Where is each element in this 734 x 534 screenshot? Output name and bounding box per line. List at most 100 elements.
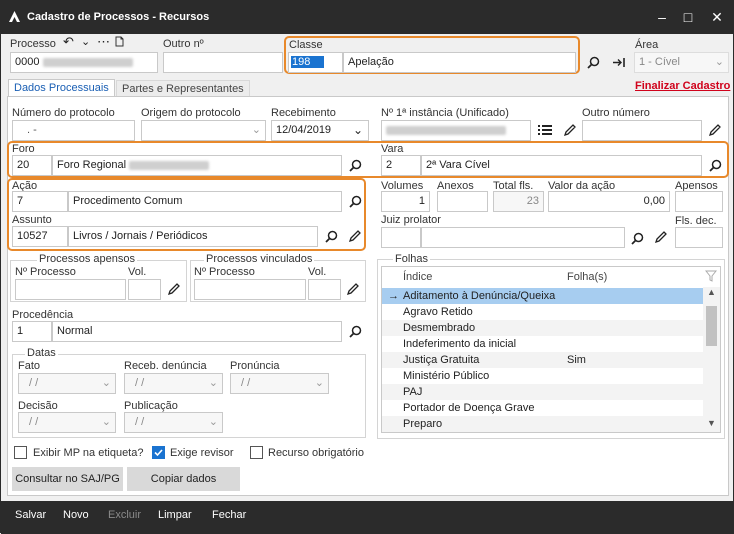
- procedencia-label: Procedência: [12, 309, 74, 321]
- vinculados-vol-input[interactable]: [308, 279, 341, 300]
- outro-numero-edit-icon[interactable]: [706, 121, 724, 139]
- folhas-row[interactable]: Justiça Gratuita Sim: [382, 352, 703, 368]
- juiz-search-icon[interactable]: [628, 229, 646, 247]
- minimize-button[interactable]: –: [651, 7, 673, 27]
- folhas-row[interactable]: → Aditamento à Denúncia/Queixa: [382, 288, 703, 304]
- vara-desc-input[interactable]: 2ª Vara Cível: [421, 155, 702, 176]
- calendar-dropdown-icon[interactable]: ⌄: [353, 121, 363, 140]
- salvar-button[interactable]: Salvar: [15, 509, 46, 521]
- fato-date-input[interactable]: / / ⌄: [18, 373, 116, 394]
- folhas-row[interactable]: Indeferimento da inicial: [382, 336, 703, 352]
- outro-no-label: Outro nº: [163, 38, 204, 50]
- vara-code-input[interactable]: 2: [381, 155, 421, 176]
- assunto-desc-input[interactable]: Livros / Jornais / Periódicos: [68, 226, 318, 247]
- acao-search-icon[interactable]: [346, 192, 364, 210]
- folhas-row-indice: PAJ: [403, 386, 423, 398]
- undo-icon[interactable]: ↶: [63, 34, 74, 50]
- apensos-input[interactable]: [675, 191, 723, 212]
- window-title: Cadastro de Processos - Recursos: [27, 11, 210, 23]
- outro-numero-input[interactable]: [582, 120, 702, 141]
- valor-acao-input[interactable]: 0,00: [548, 191, 670, 212]
- folhas-title: Folhas: [393, 253, 431, 265]
- chevron-down-icon[interactable]: ⌄: [81, 35, 90, 48]
- foro-code-input[interactable]: 20: [12, 155, 52, 176]
- receb-denuncia-label: Receb. denúncia: [124, 360, 207, 372]
- vara-search-icon[interactable]: [706, 156, 724, 174]
- juiz-code-input[interactable]: [381, 227, 421, 248]
- receb-denuncia-date-input[interactable]: / / ⌄: [124, 373, 223, 394]
- classe-code-input[interactable]: 198: [288, 52, 343, 73]
- recurso-obrigatorio-checkbox[interactable]: [250, 446, 263, 459]
- assunto-code-input[interactable]: 10527: [12, 226, 68, 247]
- apensos-vol-input[interactable]: [128, 279, 161, 300]
- num-protocolo-input[interactable]: . -: [12, 120, 135, 141]
- origem-protocolo-select[interactable]: ⌄: [141, 120, 266, 141]
- copiar-dados-button[interactable]: Copiar dados: [127, 467, 240, 491]
- folhas-col-folhas: Folha(s): [567, 271, 608, 283]
- folhas-row[interactable]: Desmembrado: [382, 320, 703, 336]
- primeira-instancia-input[interactable]: [381, 120, 531, 141]
- new-document-icon[interactable]: [114, 36, 125, 47]
- processo-input[interactable]: 0000: [10, 52, 158, 73]
- folhas-scrollbar[interactable]: ▲ ▼: [703, 287, 720, 432]
- novo-button[interactable]: Novo: [63, 509, 89, 521]
- vinculados-n-processo-input[interactable]: [194, 279, 306, 300]
- scroll-up-icon[interactable]: ▲: [707, 287, 716, 297]
- exibir-mp-label: Exibir MP na etiqueta?: [33, 447, 144, 459]
- decisao-date-input[interactable]: / / ⌄: [18, 412, 116, 433]
- import-arrow-icon[interactable]: [610, 53, 628, 71]
- folhas-row[interactable]: Portador de Doença Grave: [382, 400, 703, 416]
- limpar-button[interactable]: Limpar: [158, 509, 192, 521]
- folhas-row[interactable]: Agravo Retido: [382, 304, 703, 320]
- foro-desc-input[interactable]: Foro Regional: [52, 155, 342, 176]
- vinculados-edit-icon[interactable]: [344, 280, 362, 298]
- fls-dec-input[interactable]: [675, 227, 723, 248]
- close-button[interactable]: ✕: [706, 7, 728, 27]
- procedencia-desc-input[interactable]: Normal: [52, 321, 342, 342]
- fechar-button[interactable]: Fechar: [212, 509, 246, 521]
- juiz-edit-icon[interactable]: [652, 228, 670, 246]
- assunto-search-icon[interactable]: [322, 227, 340, 245]
- scroll-thumb[interactable]: [706, 306, 717, 346]
- filter-icon[interactable]: [705, 270, 717, 282]
- tab-dados-processuais[interactable]: Dados Processuais: [8, 79, 115, 97]
- folhas-row-indice: Aditamento à Denúncia/Queixa: [403, 290, 556, 302]
- pronuncia-date-input[interactable]: / / ⌄: [230, 373, 329, 394]
- procedencia-code-input[interactable]: 1: [12, 321, 52, 342]
- assunto-edit-icon[interactable]: [346, 227, 364, 245]
- folhas-row[interactable]: PAJ: [382, 384, 703, 400]
- area-label: Área: [635, 39, 659, 51]
- procedencia-search-icon[interactable]: [346, 322, 364, 340]
- consultar-saj-button[interactable]: Consultar no SAJ/PG: [12, 467, 123, 491]
- acao-code-input[interactable]: 7: [12, 191, 68, 212]
- publicacao-date-input[interactable]: / / ⌄: [124, 412, 223, 433]
- acao-desc-input[interactable]: Procedimento Comum: [68, 191, 342, 212]
- exibir-mp-checkbox[interactable]: [14, 446, 27, 459]
- recebimento-label: Recebimento: [271, 107, 336, 119]
- total-fls-input: 23: [493, 191, 544, 212]
- finalizar-cadastro-link[interactable]: Finalizar Cadastro: [635, 80, 730, 92]
- classe-search-icon[interactable]: [584, 53, 602, 71]
- folhas-row-indice: Desmembrado: [403, 322, 476, 334]
- foro-search-icon[interactable]: [346, 156, 364, 174]
- apensos-n-processo-input[interactable]: [15, 279, 126, 300]
- exige-revisor-checkbox[interactable]: [152, 446, 165, 459]
- area-select[interactable]: 1 - Cível ⌄: [634, 52, 729, 73]
- juiz-name-input[interactable]: [421, 227, 625, 248]
- folhas-row[interactable]: Ministério Público: [382, 368, 703, 384]
- excluir-button[interactable]: Excluir: [108, 509, 141, 521]
- maximize-button[interactable]: □: [677, 7, 699, 27]
- apensos-edit-icon[interactable]: [165, 280, 183, 298]
- recebimento-date-input[interactable]: 12/04/2019 ⌄: [271, 120, 369, 141]
- juiz-prolator-label: Juiz prolator: [381, 214, 441, 226]
- volumes-input[interactable]: 1: [381, 191, 430, 212]
- scroll-down-icon[interactable]: ▼: [707, 418, 716, 428]
- apensos-n-processo-label: Nº Processo: [15, 266, 76, 278]
- anexos-input[interactable]: [437, 191, 488, 212]
- ellipsis-icon[interactable]: ⋯: [97, 34, 110, 50]
- outro-no-input[interactable]: [163, 52, 283, 73]
- edit-pencil-icon[interactable]: [561, 121, 579, 139]
- classe-desc-input[interactable]: Apelação: [343, 52, 576, 73]
- list-icon[interactable]: [536, 121, 554, 139]
- folhas-row[interactable]: Preparo: [382, 416, 703, 432]
